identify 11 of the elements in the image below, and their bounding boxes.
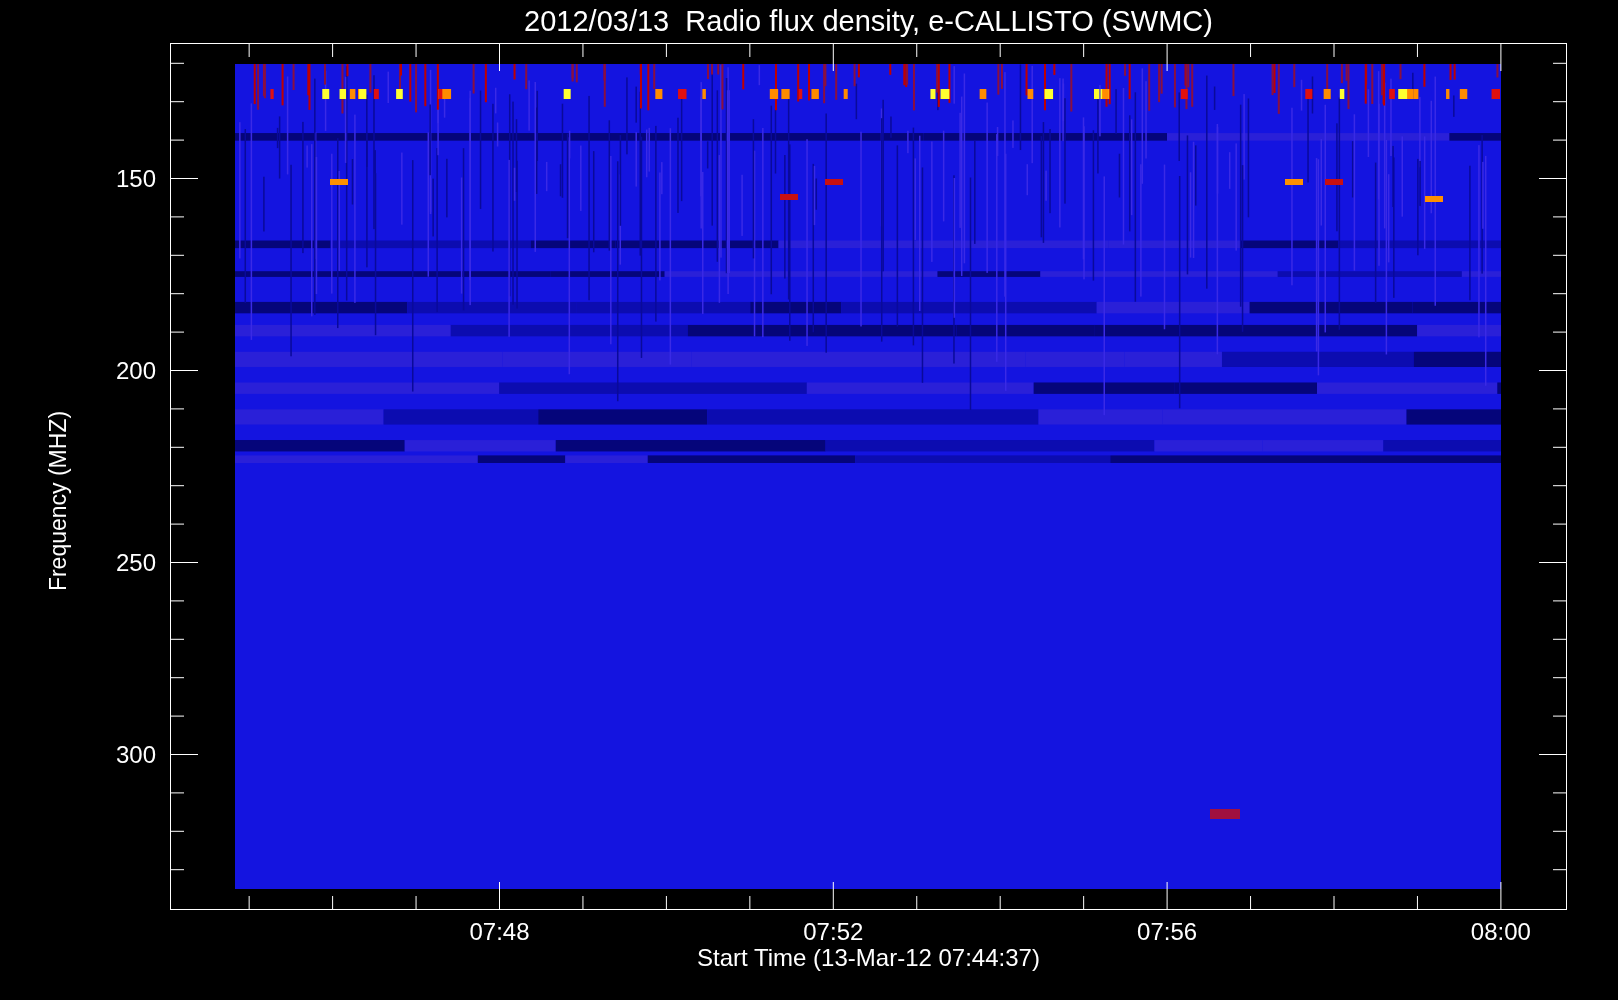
x-tick-label: 08:00 bbox=[1470, 918, 1531, 946]
y-tick-label: 300 bbox=[115, 740, 156, 769]
y-tick-label: 150 bbox=[115, 164, 156, 193]
x-tick-label: 07:52 bbox=[803, 918, 864, 946]
y-axis-label: Frequency (MHZ) bbox=[44, 410, 72, 591]
y-tick-label: 200 bbox=[115, 356, 156, 385]
x-tick-label: 07:56 bbox=[1137, 918, 1198, 946]
x-tick-label: 07:48 bbox=[469, 918, 530, 946]
chart-title: 2012/03/13 Radio flux density, e-CALLISTO (SWMC) bbox=[523, 4, 1214, 39]
y-tick-label: 250 bbox=[115, 548, 156, 577]
x-axis-label: Start Time (13-Mar-12 07:44:37) bbox=[696, 944, 1041, 972]
